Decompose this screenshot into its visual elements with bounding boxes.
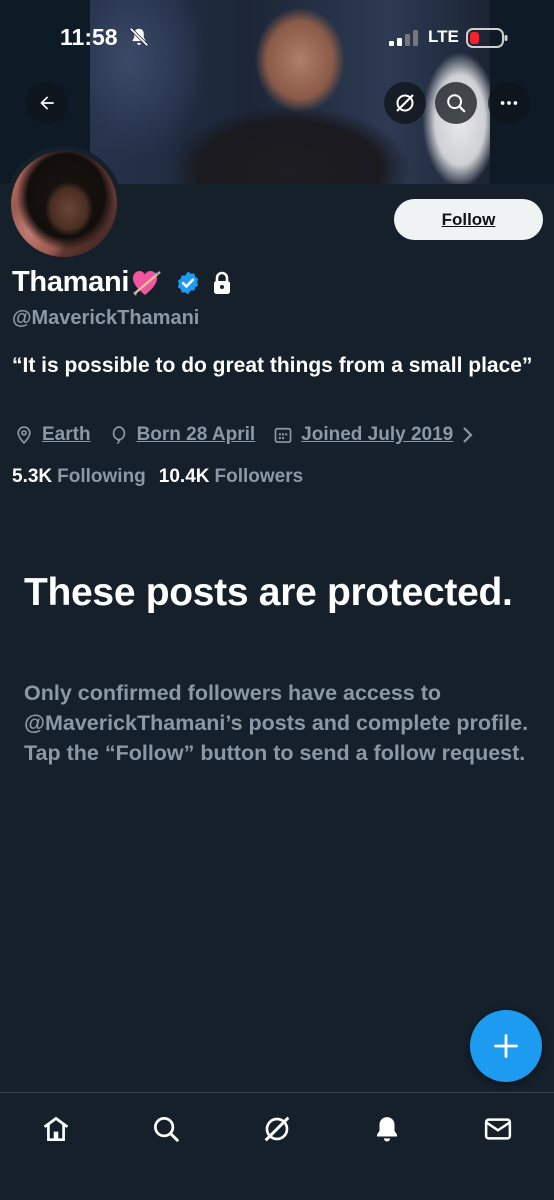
silent-mode-icon <box>129 27 149 47</box>
location-text[interactable]: Earth <box>42 424 91 446</box>
status-time: 11:58 <box>60 24 118 50</box>
joined-item[interactable]: Joined July 2019 <box>273 424 453 446</box>
balloon-icon <box>112 426 125 445</box>
following-stat[interactable]: 5.3K Following <box>12 466 146 488</box>
display-name: Thamani <box>12 266 130 298</box>
nav-notifications[interactable] <box>367 1109 407 1149</box>
more-options-button[interactable] <box>488 82 530 124</box>
search-icon <box>154 1117 179 1142</box>
name-row: Thamani <box>12 266 233 299</box>
bottom-nav <box>0 1092 554 1200</box>
birthday-item[interactable]: Born 28 April <box>109 424 256 446</box>
nav-home[interactable] <box>36 1109 76 1149</box>
search-icon <box>447 94 466 113</box>
chevron-right-icon[interactable] <box>461 425 475 445</box>
followers-count: 10.4K <box>158 466 210 487</box>
network-label: LTE <box>428 27 459 46</box>
follow-stats: 5.3K Following 10.4K Followers <box>12 466 316 488</box>
profile-bio: “It is possible to do great things from … <box>12 354 533 377</box>
battery-icon <box>466 28 508 48</box>
location-icon <box>17 426 31 445</box>
following-count: 5.3K <box>12 466 53 487</box>
bell-icon <box>377 1117 397 1142</box>
calendar-icon <box>274 427 292 443</box>
profile-meta: Earth Born 28 April Joined July 2019 <box>14 424 475 446</box>
plus-icon <box>494 1034 518 1058</box>
home-icon <box>43 1116 69 1141</box>
verified-badge-icon <box>177 271 199 294</box>
envelope-icon <box>484 1118 512 1140</box>
joined-text[interactable]: Joined July 2019 <box>301 424 453 446</box>
search-button[interactable] <box>435 82 477 124</box>
location-item[interactable]: Earth <box>14 424 91 446</box>
following-label: Following <box>57 466 146 487</box>
compose-button[interactable] <box>470 1010 542 1082</box>
follow-button[interactable]: Follow <box>394 199 543 240</box>
profile-handle: @MaverickThamani <box>12 307 200 329</box>
more-icon <box>500 101 518 105</box>
signal-icon <box>389 30 418 46</box>
nav-search[interactable] <box>146 1109 186 1149</box>
heart-with-arrow-emoji <box>133 270 161 296</box>
nav-messages[interactable] <box>478 1109 518 1149</box>
profile-avatar[interactable] <box>6 146 122 262</box>
protected-title: These posts are protected. <box>24 571 513 614</box>
back-button[interactable] <box>26 82 68 124</box>
back-arrow-icon <box>40 96 54 110</box>
grok-icon <box>264 1116 290 1142</box>
grok-button[interactable] <box>384 82 426 124</box>
status-bar: 11:58 LTE <box>0 0 554 70</box>
birthday-text[interactable]: Born 28 April <box>137 424 256 446</box>
followers-label: Followers <box>214 466 304 487</box>
lock-icon <box>214 271 231 294</box>
protected-description: Only confirmed followers have access to … <box>24 681 529 765</box>
followers-stat[interactable]: 10.4K Followers <box>159 466 303 488</box>
nav-grok[interactable] <box>257 1109 297 1149</box>
grok-icon <box>396 94 414 112</box>
